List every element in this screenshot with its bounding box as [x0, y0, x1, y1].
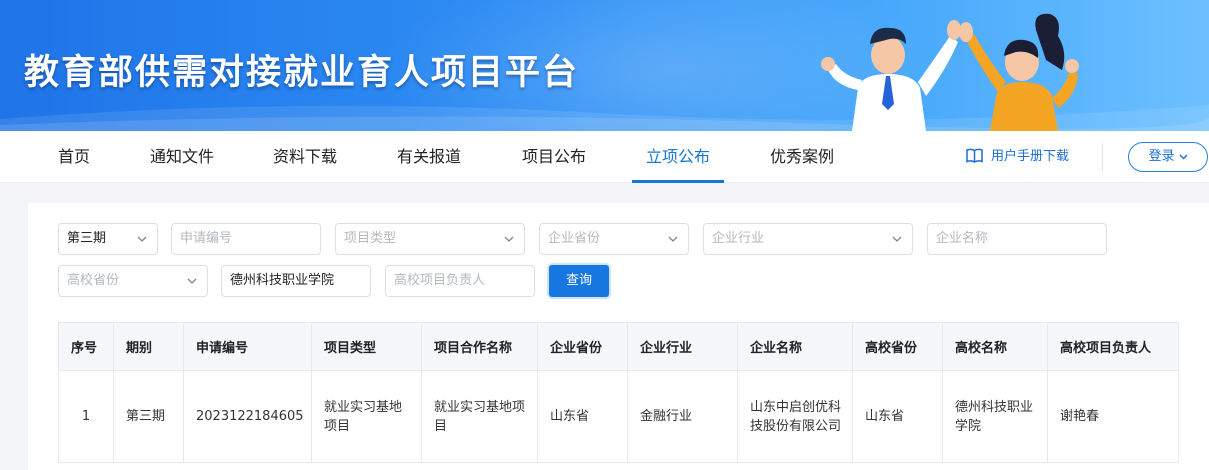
chevron-down-icon — [187, 266, 197, 296]
table-cell-period: 第三期 — [113, 370, 184, 463]
project-type-select[interactable]: 项目类型 — [335, 223, 525, 255]
column-header: 期别 — [113, 322, 184, 371]
chevron-down-icon — [668, 224, 678, 254]
enterprise-province-select[interactable]: 企业省份 — [539, 223, 689, 255]
nav-active-indicator — [632, 180, 724, 183]
table-cell-application-number: 2023122184605 — [183, 370, 312, 463]
nav-item-cases[interactable]: 优秀案例 — [770, 131, 834, 183]
table-header-row: 序号 期别 申请编号 项目类型 项目合作名称 企业省份 企业行业 企业名称 高校… — [58, 322, 1179, 371]
nav-item-downloads[interactable]: 资料下载 — [273, 131, 337, 183]
nav-item-home[interactable]: 首页 — [58, 131, 90, 183]
period-select-value: 第三期 — [67, 231, 107, 246]
column-header: 项目类型 — [311, 322, 422, 371]
period-select[interactable]: 第三期 — [58, 223, 158, 255]
table-cell-school-leader: 谢艳春 — [1047, 370, 1179, 463]
table-cell-enterprise-name: 山东中启创优科技股份有限公司 — [737, 370, 853, 463]
school-name-input[interactable]: 德州科技职业学院 — [221, 265, 371, 297]
project-type-placeholder: 项目类型 — [344, 231, 397, 246]
column-header: 高校项目负责人 — [1047, 322, 1179, 371]
enterprise-industry-select[interactable]: 企业行业 — [703, 223, 913, 255]
user-manual-download-link[interactable]: 用户手册下载 — [966, 131, 1069, 183]
school-province-placeholder: 高校省份 — [67, 273, 120, 288]
nav-item-notices[interactable]: 通知文件 — [150, 131, 214, 183]
column-header: 申请编号 — [183, 322, 312, 371]
column-header: 序号 — [58, 322, 114, 371]
column-header: 企业行业 — [627, 322, 738, 371]
header-banner: 教育部供需对接就业育人项目平台 — [0, 0, 1209, 131]
table-cell-school-name: 德州科技职业学院 — [942, 370, 1048, 463]
nav-divider — [1102, 143, 1103, 171]
table-cell-school-province: 山东省 — [852, 370, 943, 463]
column-header: 企业省份 — [537, 322, 628, 371]
table-row: 1 第三期 2023122184605 就业实习基地项目 就业实习基地项目 山东… — [58, 370, 1179, 463]
high-five-illustration — [821, 13, 1079, 131]
enterprise-name-placeholder: 企业名称 — [936, 231, 989, 246]
book-icon — [966, 148, 983, 163]
column-header: 高校名称 — [942, 322, 1048, 371]
application-number-input[interactable]: 申请编号 — [171, 223, 321, 255]
chevron-down-icon — [137, 224, 147, 254]
user-manual-label: 用户手册下载 — [991, 149, 1070, 164]
chevron-down-icon — [892, 224, 902, 254]
site-title: 教育部供需对接就业育人项目平台 — [24, 53, 580, 93]
main-nav: 首页 通知文件 资料下载 有关报道 项目公布 立项公布 优秀案例 用户手册下载 … — [0, 131, 1209, 183]
query-button[interactable]: 查询 — [549, 265, 609, 297]
nav-item-project-announce[interactable]: 项目公布 — [522, 131, 586, 183]
chevron-down-icon — [504, 224, 514, 254]
school-leader-placeholder: 高校项目负责人 — [394, 273, 486, 288]
login-label: 登录 — [1148, 149, 1175, 164]
login-button[interactable]: 登录 — [1128, 142, 1208, 172]
school-province-select[interactable]: 高校省份 — [58, 265, 208, 297]
table-cell-enterprise-industry: 金融行业 — [627, 370, 738, 463]
column-header: 项目合作名称 — [421, 322, 538, 371]
school-name-value: 德州科技职业学院 — [230, 273, 335, 288]
enterprise-industry-placeholder: 企业行业 — [712, 231, 765, 246]
chevron-down-icon — [1179, 144, 1188, 172]
table-cell-project-type: 就业实习基地项目 — [311, 370, 422, 463]
nav-item-approval-announce[interactable]: 立项公布 — [646, 131, 710, 183]
school-leader-input[interactable]: 高校项目负责人 — [385, 265, 535, 297]
application-number-placeholder: 申请编号 — [180, 231, 233, 246]
nav-item-reports[interactable]: 有关报道 — [397, 131, 461, 183]
column-header: 高校省份 — [852, 322, 943, 371]
results-table: 序号 期别 申请编号 项目类型 项目合作名称 企业省份 企业行业 企业名称 高校… — [58, 322, 1179, 463]
enterprise-province-placeholder: 企业省份 — [548, 231, 601, 246]
table-cell-cooperation-name: 就业实习基地项目 — [421, 370, 538, 463]
column-header: 企业名称 — [737, 322, 853, 371]
enterprise-name-input[interactable]: 企业名称 — [927, 223, 1107, 255]
table-cell-index: 1 — [58, 370, 114, 463]
table-cell-enterprise-province: 山东省 — [537, 370, 628, 463]
